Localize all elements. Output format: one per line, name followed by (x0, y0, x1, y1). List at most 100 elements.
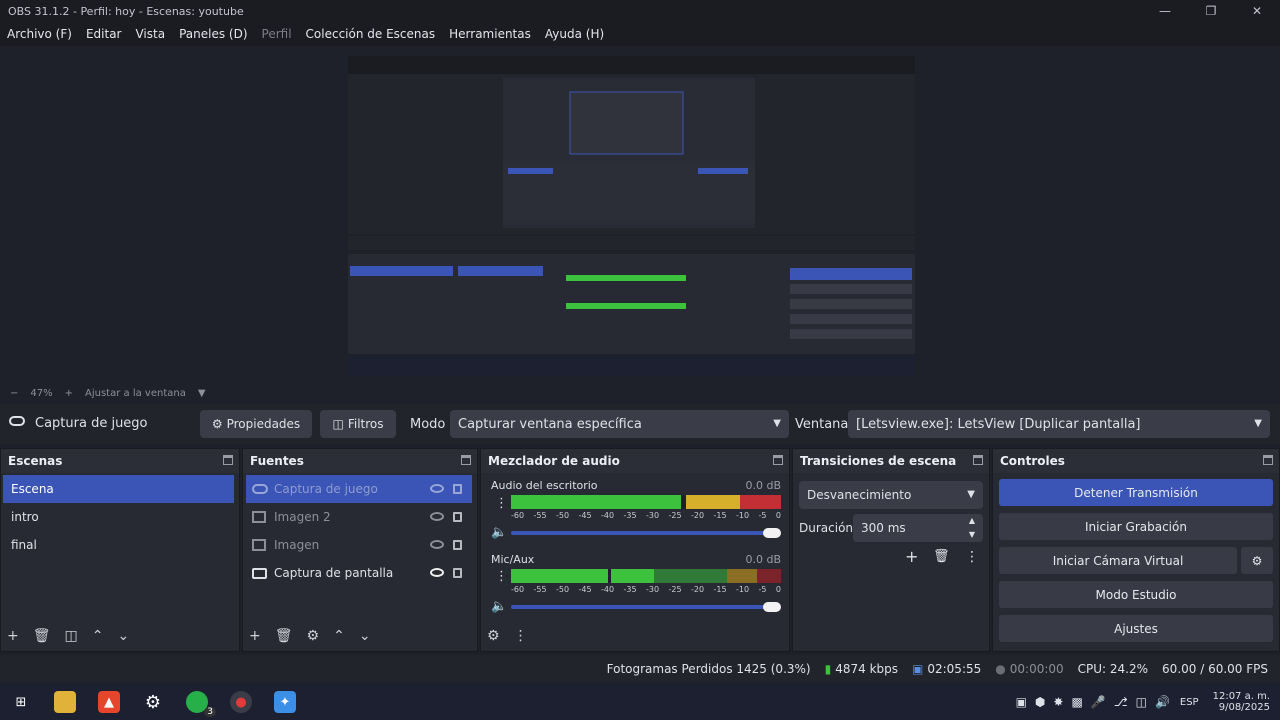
properties-button[interactable]: ⚙ Propiedades (200, 410, 312, 438)
menu-editar[interactable]: Editar (86, 27, 122, 41)
mixer-header: Mezclador de audio (481, 449, 789, 473)
tray-app-icon[interactable]: ▩ (1071, 695, 1082, 709)
eye-icon[interactable] (430, 568, 444, 577)
scene-item[interactable]: Escena (3, 475, 234, 503)
clock-date: 9/08/2025 (1218, 702, 1270, 713)
source-item[interactable]: Imagen (246, 531, 472, 559)
duration-value: 300 ms (861, 521, 906, 535)
minimize-icon[interactable]: — (1142, 0, 1188, 22)
stream-time: 02:05:55 (927, 661, 982, 676)
tray-app-icon[interactable]: ⬢ (1035, 695, 1045, 709)
virtual-camera-button[interactable]: Iniciar Cámara Virtual (999, 547, 1237, 574)
chevron-up-icon[interactable]: ⌃ (92, 628, 104, 644)
scene-item[interactable]: intro (3, 503, 234, 531)
more-icon[interactable]: ⋮ (495, 496, 508, 511)
sources-dock: Fuentes Captura de juego Imagen 2 Imagen… (242, 448, 478, 652)
fit-window-label[interactable]: Ajustar a la ventana (85, 388, 186, 399)
settings-button[interactable]: Ajustes (999, 615, 1273, 642)
more-icon[interactable]: ⋮ (514, 628, 528, 644)
volume-slider-handle[interactable] (763, 602, 781, 612)
language-indicator[interactable]: ESP (1180, 697, 1199, 708)
usb-icon[interactable]: ⎇ (1114, 695, 1128, 709)
undock-icon[interactable] (973, 455, 983, 465)
more-icon[interactable]: ⋮ (965, 549, 979, 565)
close-icon[interactable]: ✕ (1234, 0, 1280, 22)
filters-button[interactable]: ◫ Filtros (320, 410, 396, 438)
studio-mode-button[interactable]: Modo Estudio (999, 581, 1273, 608)
trash-icon[interactable]: 🗑 (33, 628, 51, 644)
undock-icon[interactable] (461, 455, 471, 465)
settings-gear-icon[interactable]: ⚙ (142, 691, 164, 713)
window-select[interactable]: [Letsview.exe]: LetsView [Duplicar panta… (848, 410, 1270, 438)
whatsapp-icon[interactable]: 3 (186, 691, 216, 717)
menu-archivo[interactable]: Archivo (F) (7, 27, 72, 41)
zoom-in-icon[interactable]: + (65, 388, 73, 399)
lock-icon[interactable] (453, 568, 462, 578)
lock-icon[interactable] (453, 512, 462, 522)
source-item[interactable]: Captura de pantalla (246, 559, 472, 587)
menu-vista[interactable]: Vista (135, 27, 165, 41)
sources-header: Fuentes (243, 449, 477, 473)
menu-herramientas[interactable]: Herramientas (449, 27, 531, 41)
undock-icon[interactable] (773, 455, 783, 465)
menu-ayuda[interactable]: Ayuda (H) (545, 27, 604, 41)
chevron-down-icon[interactable]: ⌄ (117, 628, 129, 644)
virtual-camera-settings-button[interactable]: ⚙ (1241, 547, 1273, 574)
folder-icon[interactable] (54, 691, 76, 713)
undock-icon[interactable] (1263, 455, 1273, 465)
lock-icon[interactable] (453, 540, 462, 550)
obs-icon[interactable]: ● (230, 691, 252, 713)
eye-hidden-icon[interactable] (430, 540, 444, 549)
advanced-audio-icon[interactable]: ⚙ (487, 628, 500, 644)
network-icon[interactable]: ◫ (1136, 695, 1147, 709)
add-icon[interactable]: + (905, 547, 918, 566)
clock[interactable]: 12:07 a. m. 9/08/2025 (1213, 691, 1270, 713)
maximize-icon[interactable]: ❐ (1188, 0, 1234, 22)
letsview-icon[interactable]: ✦ (274, 691, 296, 713)
start-recording-button[interactable]: Iniciar Grabación (999, 513, 1273, 540)
stop-stream-button[interactable]: Detener Transmisión (999, 479, 1273, 506)
eye-hidden-icon[interactable] (430, 512, 444, 521)
gear-icon: ⚙ (211, 417, 223, 431)
nested-obs-capture (348, 56, 915, 376)
zoom-out-icon[interactable]: − (10, 388, 18, 399)
volume-icon[interactable]: 🔊 (1155, 695, 1170, 709)
gear-icon[interactable]: ⚙ (307, 628, 320, 644)
speaker-icon[interactable]: 🔈 (491, 525, 507, 540)
trash-icon[interactable]: 🗑 (275, 628, 293, 644)
menu-perfil[interactable]: Perfil (262, 27, 292, 41)
speaker-icon[interactable]: 🔈 (491, 599, 507, 614)
scene-item[interactable]: final (3, 531, 234, 559)
notification-badge: 3 (204, 707, 216, 717)
trash-icon[interactable]: 🗑 (933, 549, 950, 564)
chevron-down-icon[interactable]: ▼ (198, 388, 206, 399)
channel-name: Mic/Aux (491, 553, 535, 566)
filter-icon[interactable]: ◫ (65, 628, 78, 644)
duration-input[interactable]: 300 ms ▲ ▼ (853, 514, 983, 542)
tray-app-icon[interactable]: ✸ (1053, 695, 1063, 709)
volume-slider-handle[interactable] (763, 528, 781, 538)
brave-browser-icon[interactable]: ▲ (98, 691, 120, 713)
microphone-icon[interactable]: 🎤 (1091, 695, 1106, 709)
menu-paneles[interactable]: Paneles (D) (179, 27, 247, 41)
transitions-dock: Transiciones de escena Desvanecimiento ▼… (792, 448, 990, 652)
source-item[interactable]: Imagen 2 (246, 503, 472, 531)
chevron-up-icon[interactable]: ⌃ (333, 628, 345, 644)
volume-slider[interactable] (511, 531, 779, 535)
transition-select[interactable]: Desvanecimiento ▼ (799, 481, 983, 509)
menu-coleccion-escenas[interactable]: Colección de Escenas (306, 27, 436, 41)
mode-select[interactable]: Capturar ventana específica ▼ (450, 410, 789, 438)
eye-hidden-icon[interactable] (430, 484, 444, 493)
chevron-down-icon[interactable]: ⌄ (359, 628, 371, 644)
volume-slider[interactable] (511, 605, 779, 609)
channel-name: Audio del escritorio (491, 479, 598, 492)
undock-icon[interactable] (223, 455, 233, 465)
source-item[interactable]: Captura de juego (246, 475, 472, 503)
more-icon[interactable]: ⋮ (495, 569, 508, 584)
add-icon[interactable]: + (7, 628, 19, 644)
audio-mixer-dock: Mezclador de audio Audio del escritorio … (480, 448, 790, 652)
lock-icon[interactable] (453, 484, 462, 494)
windows-start-icon[interactable]: ⊞ (10, 691, 32, 713)
add-icon[interactable]: + (249, 628, 261, 644)
tray-app-icon[interactable]: ▣ (1016, 695, 1027, 709)
